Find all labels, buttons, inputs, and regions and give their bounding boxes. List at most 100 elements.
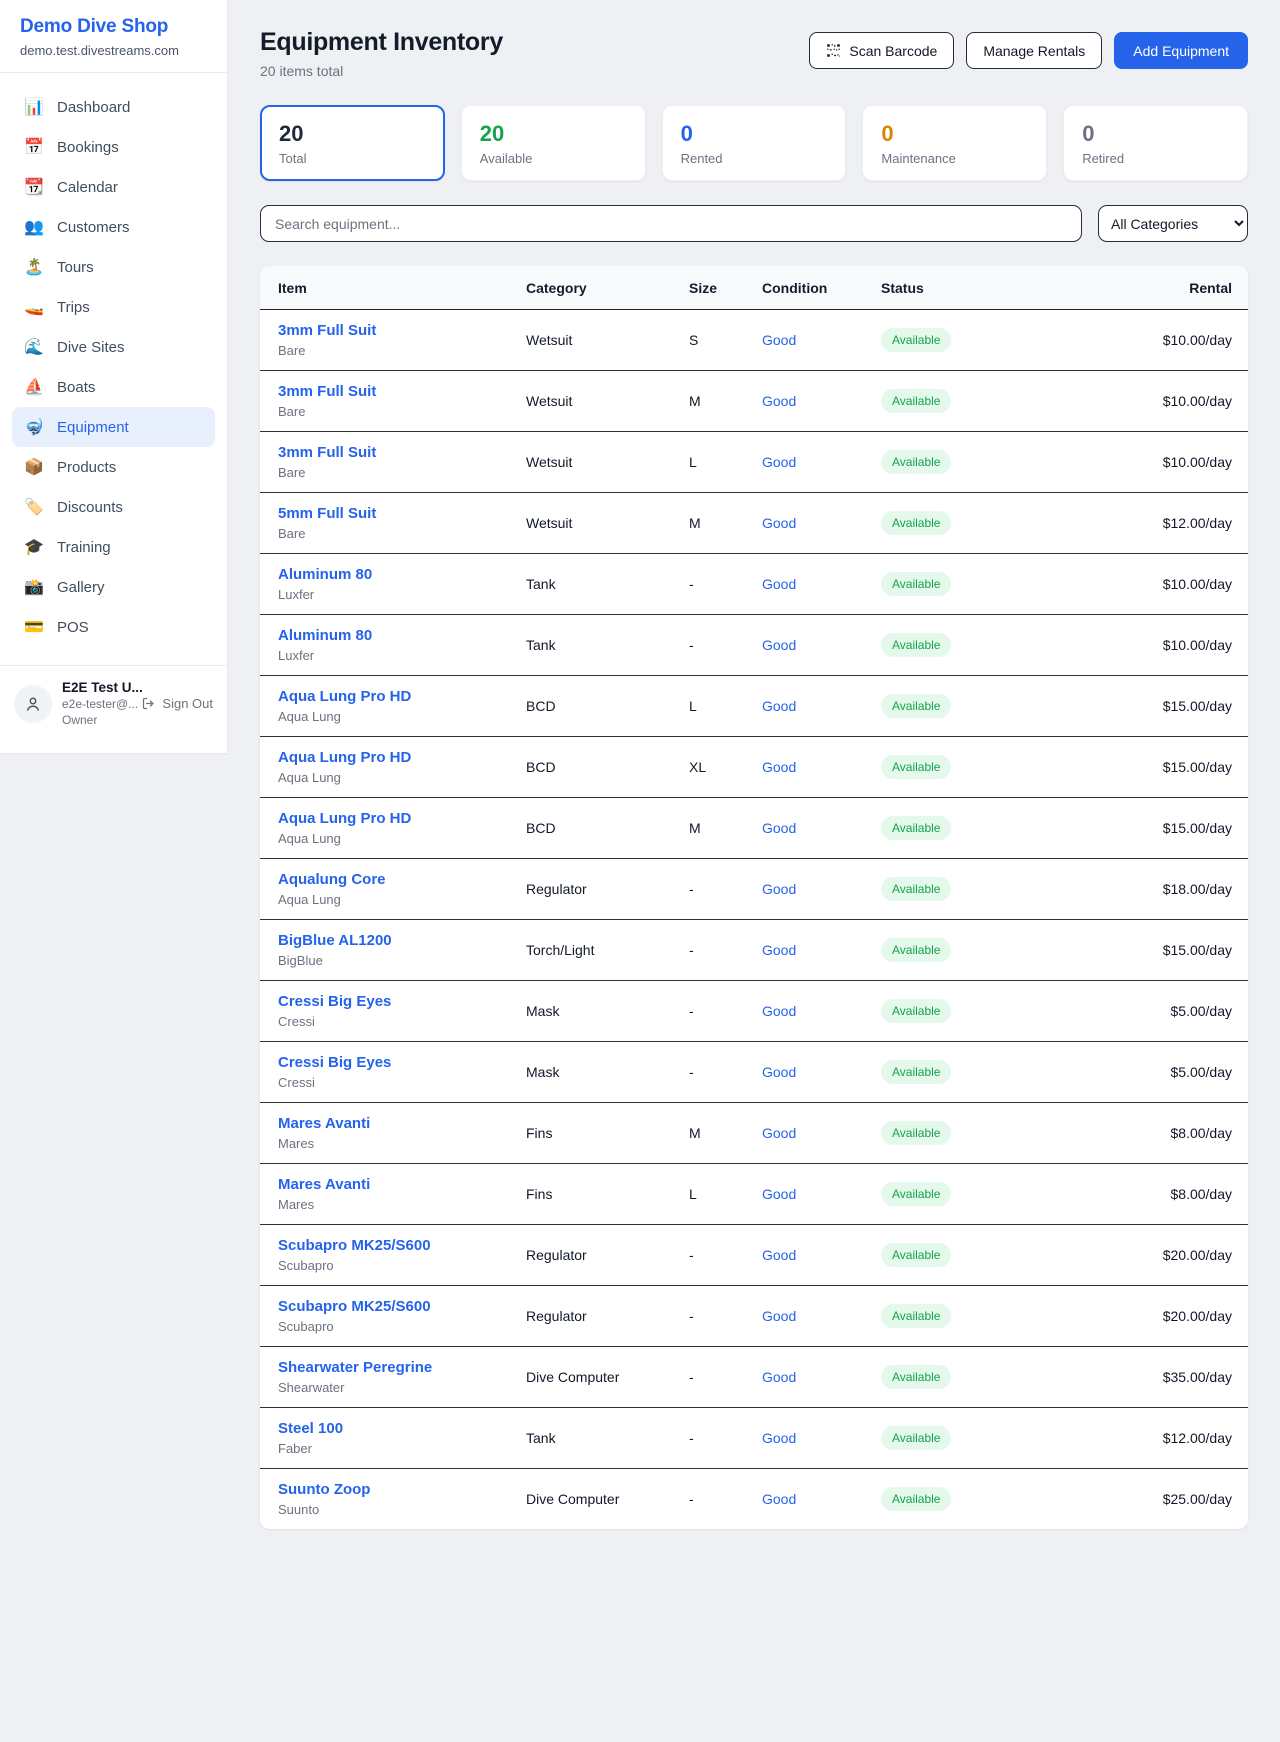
condition-link[interactable]: Good	[762, 759, 796, 775]
table-row: Cressi Big EyesCressiMask-GoodAvailable$…	[260, 1042, 1248, 1103]
condition-link[interactable]: Good	[762, 454, 796, 470]
item-brand: Luxfer	[278, 648, 526, 663]
item-brand: Luxfer	[278, 587, 526, 602]
item-size: L	[689, 1164, 762, 1225]
item-link[interactable]: BigBlue AL1200	[278, 932, 392, 949]
condition-link[interactable]: Good	[762, 1247, 796, 1263]
item-brand: Cressi	[278, 1075, 526, 1090]
sidebar-item-label: POS	[57, 619, 89, 636]
add-equipment-button[interactable]: Add Equipment	[1114, 32, 1248, 69]
header-actions: Scan Barcode Manage Rentals Add Equipmen…	[809, 32, 1248, 69]
stat-card-maintenance[interactable]: 0Maintenance	[862, 105, 1047, 181]
item-link[interactable]: Aluminum 80	[278, 566, 372, 583]
sidebar-item-dive-sites[interactable]: 🌊Dive Sites	[12, 327, 215, 367]
condition-link[interactable]: Good	[762, 515, 796, 531]
status-badge: Available	[881, 1243, 951, 1267]
condition-link[interactable]: Good	[762, 332, 796, 348]
status-badge: Available	[881, 999, 951, 1023]
sidebar-item-dashboard[interactable]: 📊Dashboard	[12, 87, 215, 127]
condition-link[interactable]: Good	[762, 1186, 796, 1202]
sidebar-item-products[interactable]: 📦Products	[12, 447, 215, 487]
item-link[interactable]: Aqua Lung Pro HD	[278, 749, 411, 766]
stat-card-retired[interactable]: 0Retired	[1063, 105, 1248, 181]
sidebar-item-customers[interactable]: 👥Customers	[12, 207, 215, 247]
condition-link[interactable]: Good	[762, 1125, 796, 1141]
equipment-table: ItemCategorySizeConditionStatusRental 3m…	[260, 266, 1248, 1529]
item-link[interactable]: 3mm Full Suit	[278, 383, 376, 400]
item-link[interactable]: Shearwater Peregrine	[278, 1359, 432, 1376]
sailboat-icon: ⛵	[24, 377, 44, 397]
scan-barcode-button[interactable]: Scan Barcode	[809, 32, 954, 69]
sidebar-item-training[interactable]: 🎓Training	[12, 527, 215, 567]
sidebar-item-equipment[interactable]: 🤿Equipment	[12, 407, 215, 447]
item-brand: Aqua Lung	[278, 892, 526, 907]
status-badge: Available	[881, 1426, 951, 1450]
sign-out-button[interactable]: Sign Out	[141, 696, 213, 711]
item-rental: $12.00/day	[1023, 1408, 1248, 1469]
condition-link[interactable]: Good	[762, 393, 796, 409]
status-badge: Available	[881, 694, 951, 718]
sidebar-item-calendar[interactable]: 📆Calendar	[12, 167, 215, 207]
manage-rentals-button[interactable]: Manage Rentals	[966, 32, 1102, 69]
item-size: -	[689, 1469, 762, 1530]
brand-name[interactable]: Demo Dive Shop	[20, 16, 207, 38]
sidebar-item-label: Dashboard	[57, 99, 130, 116]
sidebar-item-bookings[interactable]: 📅Bookings	[12, 127, 215, 167]
item-category: Dive Computer	[526, 1469, 689, 1530]
sidebar-item-trips[interactable]: 🚤Trips	[12, 287, 215, 327]
item-link[interactable]: Suunto Zoop	[278, 1481, 370, 1498]
item-link[interactable]: 3mm Full Suit	[278, 444, 376, 461]
item-link[interactable]: Mares Avanti	[278, 1115, 370, 1132]
item-rental: $20.00/day	[1023, 1286, 1248, 1347]
stat-card-total[interactable]: 20Total	[260, 105, 445, 181]
sidebar-item-pos[interactable]: 💳POS	[12, 607, 215, 647]
search-input[interactable]	[260, 205, 1082, 242]
item-link[interactable]: 3mm Full Suit	[278, 322, 376, 339]
table-row: Aqua Lung Pro HDAqua LungBCDMGoodAvailab…	[260, 798, 1248, 859]
item-size: -	[689, 1347, 762, 1408]
sidebar-item-gallery[interactable]: 📸Gallery	[12, 567, 215, 607]
condition-link[interactable]: Good	[762, 698, 796, 714]
item-link[interactable]: Scubapro MK25/S600	[278, 1237, 431, 1254]
item-link[interactable]: Aqua Lung Pro HD	[278, 810, 411, 827]
condition-link[interactable]: Good	[762, 637, 796, 653]
condition-link[interactable]: Good	[762, 1064, 796, 1080]
item-link[interactable]: Aluminum 80	[278, 627, 372, 644]
item-brand: Suunto	[278, 1502, 526, 1517]
user-role: Owner	[62, 713, 131, 727]
status-badge: Available	[881, 1487, 951, 1511]
item-link[interactable]: Mares Avanti	[278, 1176, 370, 1193]
sidebar-item-label: Products	[57, 459, 116, 476]
item-link[interactable]: Cressi Big Eyes	[278, 1054, 391, 1071]
stat-card-rented[interactable]: 0Rented	[662, 105, 847, 181]
table-row: Scubapro MK25/S600ScubaproRegulator-Good…	[260, 1225, 1248, 1286]
condition-link[interactable]: Good	[762, 576, 796, 592]
item-link[interactable]: 5mm Full Suit	[278, 505, 376, 522]
item-link[interactable]: Steel 100	[278, 1420, 343, 1437]
status-badge: Available	[881, 1121, 951, 1145]
equipment-table-card: ItemCategorySizeConditionStatusRental 3m…	[260, 266, 1248, 1529]
brand-domain: demo.test.divestreams.com	[20, 43, 207, 58]
sidebar-item-discounts[interactable]: 🏷️Discounts	[12, 487, 215, 527]
sidebar-item-tours[interactable]: 🏝️Tours	[12, 247, 215, 287]
condition-link[interactable]: Good	[762, 1430, 796, 1446]
item-category: Regulator	[526, 1225, 689, 1286]
item-link[interactable]: Scubapro MK25/S600	[278, 1298, 431, 1315]
category-select[interactable]: All Categories	[1098, 205, 1248, 242]
condition-link[interactable]: Good	[762, 881, 796, 897]
item-link[interactable]: Aqua Lung Pro HD	[278, 688, 411, 705]
item-link[interactable]: Cressi Big Eyes	[278, 993, 391, 1010]
condition-link[interactable]: Good	[762, 1308, 796, 1324]
condition-link[interactable]: Good	[762, 942, 796, 958]
condition-link[interactable]: Good	[762, 1491, 796, 1507]
item-brand: Scubapro	[278, 1319, 526, 1334]
island-icon: 🏝️	[24, 257, 44, 277]
stat-card-available[interactable]: 20Available	[461, 105, 646, 181]
item-link[interactable]: Aqualung Core	[278, 871, 386, 888]
condition-link[interactable]: Good	[762, 820, 796, 836]
condition-link[interactable]: Good	[762, 1003, 796, 1019]
sidebar-item-label: Boats	[57, 379, 95, 396]
sidebar-item-boats[interactable]: ⛵ Boats	[12, 367, 215, 407]
condition-link[interactable]: Good	[762, 1369, 796, 1385]
item-rental: $10.00/day	[1023, 310, 1248, 371]
